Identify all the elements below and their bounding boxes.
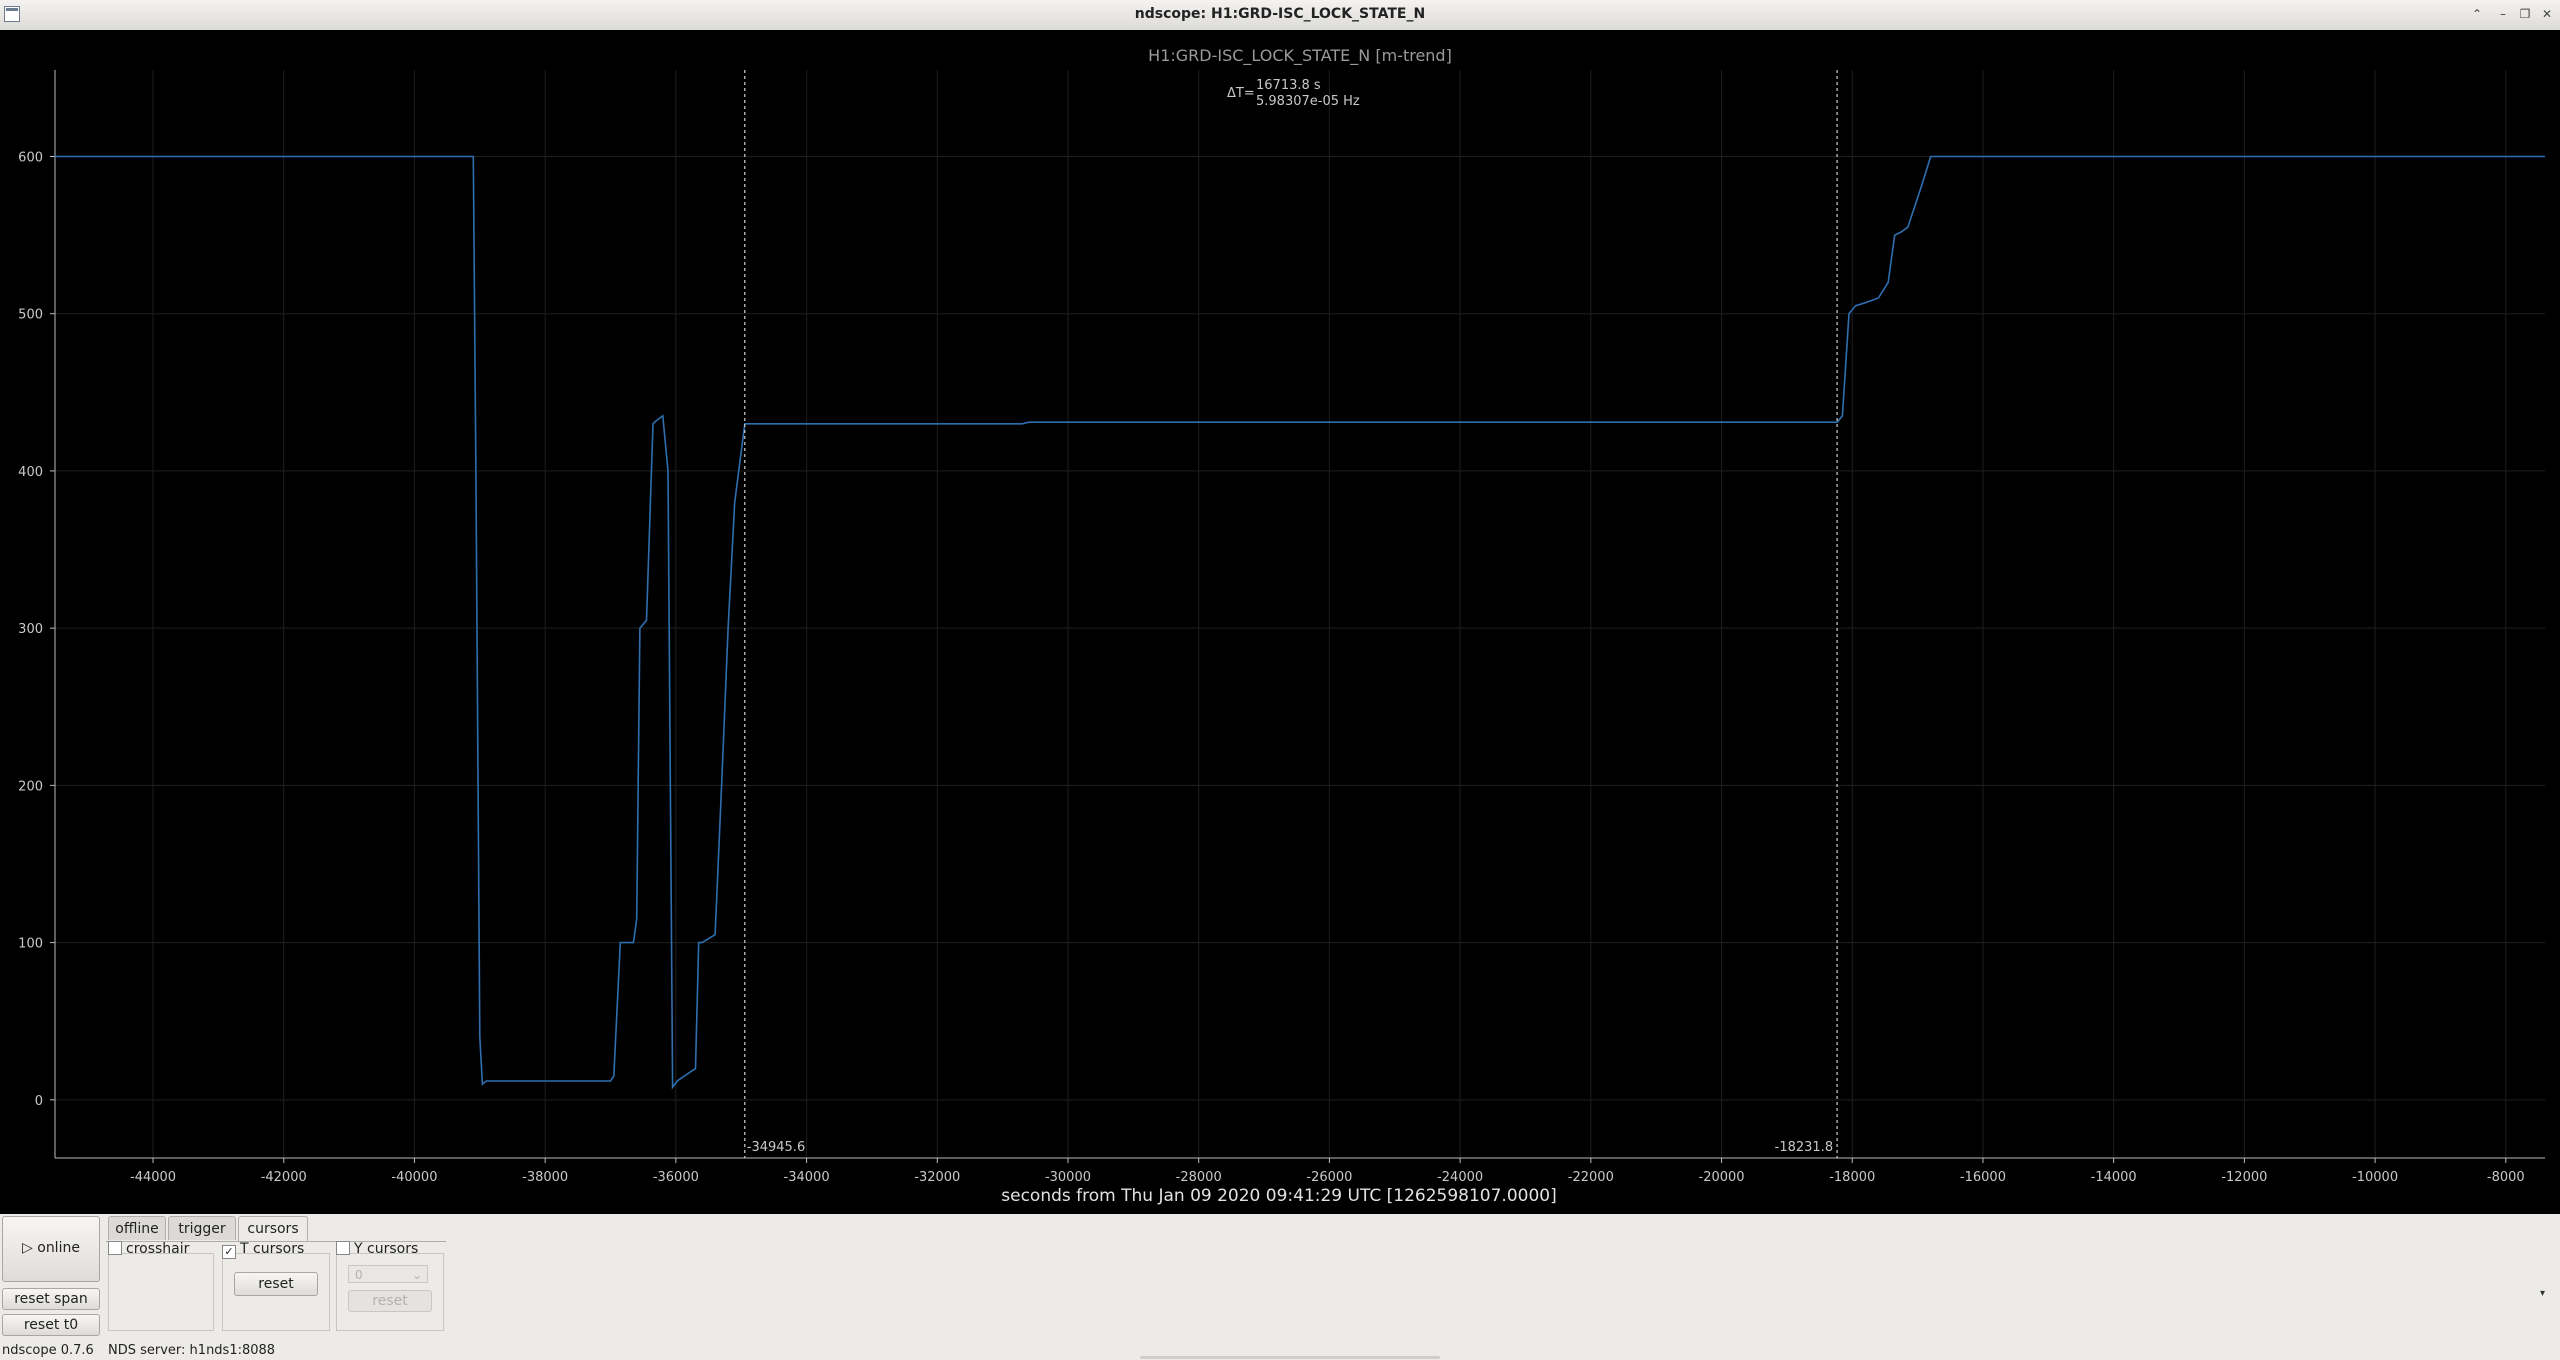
online-button[interactable]: ▷ online <box>2 1216 100 1282</box>
window-title: ndscope: H1:GRD-ISC_LOCK_STATE_N <box>1134 6 1426 22</box>
x-tick-label: -38000 <box>522 1170 568 1185</box>
crosshair-checkbox-box[interactable] <box>108 1241 122 1255</box>
y-tick-label: 0 <box>35 1094 43 1109</box>
y-tick-label: 300 <box>18 622 43 637</box>
x-tick-label: -40000 <box>391 1170 437 1185</box>
y-cursors-select-value: 0 <box>355 1268 363 1282</box>
trace <box>55 155 2545 1090</box>
y-cursors-select[interactable]: 0 ⌄ <box>348 1265 428 1283</box>
expand-arrow-icon[interactable]: ▾ <box>2540 1288 2545 1299</box>
series-line-0 <box>55 155 2545 1090</box>
x-tick-label: -32000 <box>914 1170 960 1185</box>
status-nds-server: NDS server: h1nds1:8088 <box>108 1343 276 1358</box>
x-tick-label: -34000 <box>784 1170 830 1185</box>
reset-t0-button[interactable]: reset t0 <box>2 1314 100 1336</box>
y-tick-label: 600 <box>18 150 43 165</box>
x-tick-label: -14000 <box>2091 1170 2137 1185</box>
x-tick-label: -20000 <box>1699 1170 1745 1185</box>
x-tick-label: -30000 <box>1045 1170 1091 1185</box>
y-tick-label: 200 <box>18 779 43 794</box>
tab-trigger[interactable]: trigger <box>168 1216 236 1240</box>
y-cursors-checkbox[interactable]: Y cursors <box>336 1241 418 1257</box>
y-cursors-reset-button[interactable]: reset <box>348 1290 432 1312</box>
crosshair-label: crosshair <box>126 1241 190 1257</box>
grid <box>55 70 2545 1158</box>
y-tick-label: 500 <box>18 308 43 323</box>
crosshair-group <box>108 1253 214 1331</box>
close-icon[interactable]: ✕ <box>2540 7 2554 21</box>
chevron-down-icon: ⌄ <box>411 1268 422 1282</box>
y-tick-label: 100 <box>18 937 43 952</box>
tab-cursors[interactable]: cursors <box>238 1216 308 1242</box>
crosshair-checkbox[interactable]: crosshair <box>108 1241 189 1257</box>
axes: -44000 -42000 -40000 -38000 -36000 -34000 -320… <box>18 70 2545 1185</box>
plot-title: H1:GRD-ISC_LOCK_STATE_N [m-trend] <box>1148 46 1452 66</box>
x-tick-label: -42000 <box>261 1170 307 1185</box>
x-tick-label: -28000 <box>1176 1170 1222 1185</box>
plot-svg[interactable]: -44000 -42000 -40000 -38000 -36000 -34000 -320… <box>0 30 2560 1214</box>
tab-offline[interactable]: offline <box>108 1216 166 1240</box>
x-tick-label: -12000 <box>2221 1170 2267 1185</box>
x-tick-label: -16000 <box>1960 1170 2006 1185</box>
t-cursors-checkbox[interactable]: ✓ T cursors <box>222 1241 305 1259</box>
y-cursors-label: Y cursors <box>354 1241 419 1257</box>
scroll-handle[interactable] <box>1140 1356 1440 1359</box>
x-tick-label: -22000 <box>1568 1170 1614 1185</box>
minimize-icon[interactable]: – <box>2496 7 2510 21</box>
t-cursors-checkbox-box[interactable]: ✓ <box>222 1245 236 1259</box>
y-cursors-checkbox-box[interactable] <box>336 1241 350 1255</box>
x-tick-label: -44000 <box>130 1170 176 1185</box>
x-axis-label: seconds from Thu Jan 09 2020 09:41:29 UT… <box>1001 1186 1556 1206</box>
delta-t-readout: 16713.8 s <box>1256 78 1321 93</box>
status-version: ndscope 0.7.6 <box>2 1343 94 1358</box>
cursor1-label: -34945.6 <box>747 1140 805 1155</box>
x-tick-label: -36000 <box>653 1170 699 1185</box>
plot-area[interactable]: -44000 -42000 -40000 -38000 -36000 -34000 -320… <box>0 30 2560 1214</box>
shade-icon[interactable]: ⌃ <box>2470 7 2484 21</box>
cursor2-label: -18231.8 <box>1775 1140 1833 1155</box>
x-tick-label: -26000 <box>1306 1170 1352 1185</box>
x-tick-label: -18000 <box>1829 1170 1875 1185</box>
reset-span-button[interactable]: reset span <box>2 1288 100 1310</box>
cursors[interactable] <box>744 70 1838 1158</box>
control-panel: ▷ online reset span reset t0 offline tri… <box>0 1214 2560 1360</box>
t-cursors-reset-button[interactable]: reset <box>234 1272 318 1296</box>
window-titlebar: ndscope: H1:GRD-ISC_LOCK_STATE_N ⌃ – ❐ ✕ <box>0 0 2560 31</box>
x-tick-label: -8000 <box>2487 1170 2525 1185</box>
delta-f-readout: 5.98307e-05 Hz <box>1256 94 1360 109</box>
delta-label: ΔT= <box>1227 86 1255 101</box>
x-tick-label: -24000 <box>1437 1170 1483 1185</box>
maximize-icon[interactable]: ❐ <box>2518 7 2532 21</box>
t-cursors-label: T cursors <box>240 1241 305 1257</box>
y-tick-label: 400 <box>18 465 43 480</box>
x-tick-label: -10000 <box>2352 1170 2398 1185</box>
